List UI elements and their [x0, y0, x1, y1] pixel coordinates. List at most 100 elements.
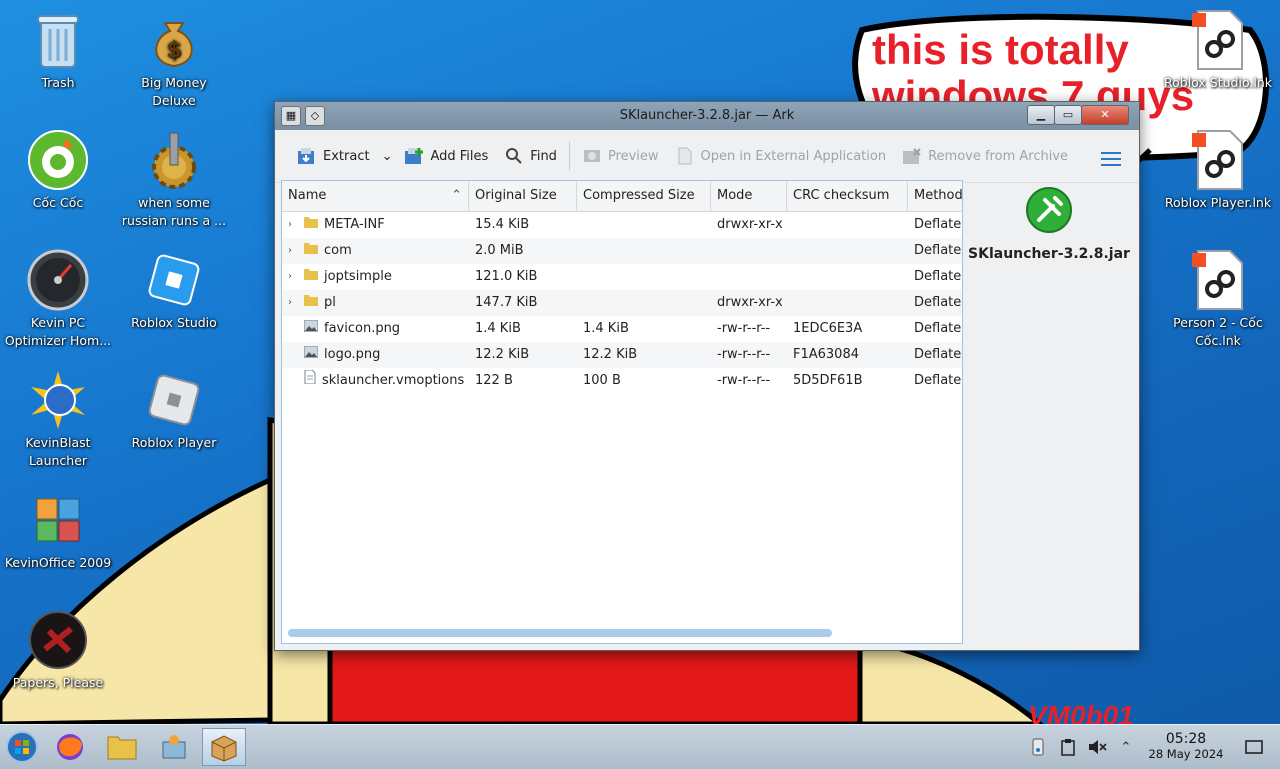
table-row[interactable]: logo.png 12.2 KiB 12.2 KiB -rw-r--r-- F1… — [282, 342, 962, 368]
gauge-icon — [27, 249, 89, 311]
desktop-icon-kevinblast[interactable]: KevinBlast Launcher — [2, 368, 114, 470]
remove-from-archive-button[interactable]: Remove from Archive — [894, 141, 1076, 171]
desktop-icon-label: Papers, Please — [12, 675, 104, 690]
desktop-icon-russian[interactable]: when some russian runs a ... — [118, 128, 230, 230]
row-compressed-size — [577, 290, 711, 316]
desktop-icon-papers-please[interactable]: Papers, Please — [2, 608, 114, 692]
close-button[interactable]: ✕ — [1081, 105, 1129, 125]
minimize-button[interactable]: ▁ — [1027, 105, 1055, 125]
preview-button[interactable]: Preview — [574, 141, 667, 171]
row-compressed-size: 12.2 KiB — [583, 347, 638, 362]
row-mode — [711, 264, 787, 290]
window-titlebar[interactable]: ▦ ◇ SKlauncher-3.2.8.jar — Ark ▁ ▭ ✕ — [275, 102, 1139, 130]
windows-orb-icon — [6, 731, 38, 763]
tray-clipboard-icon[interactable] — [1058, 737, 1078, 757]
desktop-icon-roblox-player-lnk[interactable]: Roblox Player.lnk — [1162, 128, 1274, 212]
expand-arrow-icon[interactable]: › — [288, 212, 298, 238]
row-compressed-size — [577, 212, 711, 238]
table-row[interactable]: › com 2.0 MiB Deflate — [282, 238, 962, 264]
extract-button[interactable]: Extract — [289, 141, 378, 171]
row-compressed-size — [577, 264, 711, 290]
desktop-icon-roblox-studio[interactable]: Roblox Studio — [118, 248, 230, 332]
trash-icon — [37, 15, 79, 68]
row-compressed-size: 1.4 KiB — [583, 321, 629, 336]
table-body: › META-INF 15.4 KiB drwxr-xr-x Deflate › c… — [282, 212, 962, 394]
money-bag-icon: $ — [155, 22, 193, 68]
column-header-name[interactable]: Name ⌃ — [282, 181, 469, 211]
desktop-icon-label: Kevin PC Optimizer Hom... — [4, 315, 112, 348]
row-compressed-size: 100 B — [583, 373, 621, 388]
row-name: pl — [324, 295, 336, 310]
row-method: Deflate — [914, 217, 962, 232]
show-desktop-icon[interactable] — [1244, 737, 1264, 757]
text-file-icon — [304, 368, 316, 394]
shortcut-icon — [1192, 10, 1243, 70]
desktop-icon-coccoc[interactable]: Cốc Cốc — [2, 128, 114, 212]
row-name: com — [324, 243, 352, 258]
roblox-player-icon — [148, 374, 200, 426]
table-row[interactable]: › joptsimple 121.0 KiB Deflate — [282, 264, 962, 290]
maximize-button[interactable]: ▭ — [1054, 105, 1082, 125]
desktop-icon-big-money-deluxe[interactable]: $ Big Money Deluxe — [118, 8, 230, 110]
remove-label: Remove from Archive — [928, 148, 1069, 164]
row-method: Deflate — [914, 243, 962, 258]
taskbar-ark[interactable] — [202, 728, 246, 766]
desktop-icon-kevin-pc-optimizer[interactable]: Kevin PC Optimizer Hom... — [2, 248, 114, 350]
row-original-size: 1.4 KiB — [475, 321, 521, 336]
add-files-icon — [404, 146, 424, 166]
taskbar-discover[interactable] — [152, 728, 196, 766]
table-row[interactable]: sklauncher.vmoptions 122 B 100 B -rw-r--… — [282, 368, 962, 394]
taskbar-clock[interactable]: 05:28 28 May 2024 — [1140, 731, 1232, 761]
row-name: favicon.png — [324, 321, 401, 336]
papers-please-icon — [29, 611, 87, 669]
column-header-method[interactable]: Method — [908, 181, 962, 211]
chevron-down-icon: ⌄ — [381, 148, 393, 164]
column-header-crc[interactable]: CRC checksum — [787, 181, 908, 211]
desktop-icon-kevinoffice[interactable]: KevinOffice 2009 — [2, 488, 114, 572]
column-header-compressed-size[interactable]: Compressed Size — [577, 181, 711, 211]
preview-label: Preview — [607, 148, 659, 164]
roblox-studio-icon — [148, 254, 200, 306]
row-crc — [787, 212, 908, 238]
preview-icon — [582, 146, 602, 166]
toolbar-separator — [568, 141, 570, 171]
tray-volume-muted-icon[interactable] — [1087, 737, 1107, 757]
table-row[interactable]: favicon.png 1.4 KiB 1.4 KiB -rw-r--r-- 1… — [282, 316, 962, 342]
expand-arrow-icon[interactable]: › — [288, 238, 298, 264]
table-row[interactable]: › META-INF 15.4 KiB drwxr-xr-x Deflate — [282, 212, 962, 238]
folder-icon — [107, 736, 137, 760]
open-external-button[interactable]: Open in External Application — [667, 141, 895, 171]
taskbar-file-manager[interactable] — [100, 728, 144, 766]
desktop-icon-roblox-player[interactable]: Roblox Player — [118, 368, 230, 452]
column-header-original-size[interactable]: Original Size — [469, 181, 577, 211]
row-original-size: 147.7 KiB — [475, 295, 538, 310]
desktop-icon-label: Roblox Studio.lnk — [1163, 75, 1272, 90]
desktop-icon-roblox-studio-lnk[interactable]: Roblox Studio.lnk — [1162, 8, 1274, 92]
tray-expand-icon[interactable]: ⌃ — [1116, 737, 1136, 757]
find-button[interactable]: Find — [496, 141, 565, 171]
globe-burst-icon — [31, 371, 85, 429]
shortcut-icon — [1192, 250, 1243, 310]
expand-arrow-icon[interactable]: › — [288, 264, 298, 290]
taskbar-firefox[interactable] — [48, 728, 92, 766]
extract-dropdown[interactable]: ⌄ — [378, 141, 397, 171]
row-crc — [787, 238, 908, 264]
image-file-icon — [303, 316, 319, 342]
horizontal-scrollbar[interactable] — [288, 629, 832, 637]
desktop-icon-person2-coccoc-lnk[interactable]: Person 2 - Cốc Cốc.lnk — [1162, 248, 1274, 350]
add-files-button[interactable]: Add Files — [396, 141, 496, 171]
expand-arrow-icon[interactable]: › — [288, 290, 298, 316]
tray-updates-icon[interactable] — [1028, 737, 1048, 757]
hamburger-menu-icon[interactable] — [1101, 148, 1121, 170]
start-button[interactable] — [0, 728, 44, 766]
gear-icon — [152, 132, 196, 189]
desktop-icon-trash[interactable]: Trash — [2, 8, 114, 92]
folder-icon — [304, 212, 318, 238]
table-row[interactable]: › pl 147.7 KiB drwxr-xr-x Deflate — [282, 290, 962, 316]
clock-time: 05:28 — [1165, 731, 1207, 747]
row-crc: F1A63084 — [793, 347, 859, 362]
row-method: Deflate — [914, 373, 962, 388]
column-header-mode[interactable]: Mode — [711, 181, 787, 211]
document-icon — [675, 146, 695, 166]
row-name: META-INF — [324, 217, 385, 232]
